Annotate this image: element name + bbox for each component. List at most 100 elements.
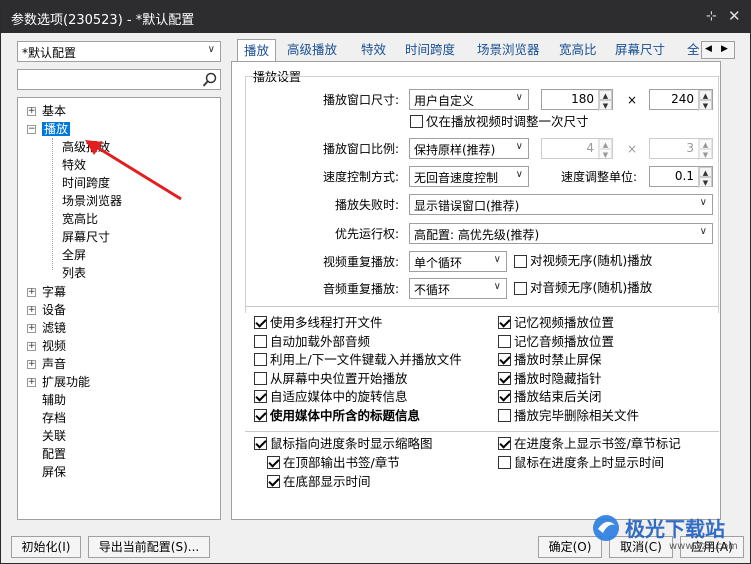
option-checkbox[interactable] (254, 371, 267, 385)
option-checkbox[interactable] (267, 456, 280, 469)
ratio-height-stepper: ▲ ▼ (698, 139, 712, 160)
option-checkbox[interactable] (498, 390, 511, 403)
tree-item[interactable]: + 设备 (27, 302, 67, 319)
option-checkbox[interactable] (254, 316, 267, 329)
speed-mode-label: 速度控制方式: (322, 170, 399, 184)
search-icon[interactable] (202, 72, 218, 88)
tree-item[interactable]: 列表 (62, 265, 86, 282)
tree-item[interactable]: + 声音 (27, 356, 66, 373)
tree-expander-icon[interactable]: + (27, 306, 36, 315)
tree-item-label: 基本 (42, 104, 67, 118)
tree-item[interactable]: + 字幕 (27, 284, 66, 301)
option-checkbox[interactable] (498, 371, 511, 385)
tab-scroll-right-icon[interactable]: ▶ (721, 44, 728, 54)
option-checkbox[interactable] (498, 456, 511, 469)
tab-2[interactable]: 特效 (355, 39, 392, 62)
tree-item-label: 辅助 (42, 393, 67, 407)
tab-6[interactable]: 屏幕尺寸 (609, 39, 671, 62)
audio-repeat-label: 音频重复播放: (322, 282, 399, 296)
tree-item-label: 滤镜 (42, 321, 67, 335)
tree-expander-icon[interactable]: + (27, 360, 36, 369)
tab-0[interactable]: 播放 (237, 39, 277, 62)
tree-item[interactable]: + 基本 (27, 103, 67, 120)
chevron-down-icon: ∨ (493, 254, 501, 265)
tab-1[interactable]: 高级播放 (281, 39, 343, 62)
option-checkbox[interactable] (267, 475, 280, 488)
preferences-window: 参数选项(230523) - *默认配置 ⊹ ✕ *默认配置 ∨ + 基本 − 播放高… (0, 0, 751, 564)
tab-5[interactable]: 宽高比 (553, 39, 603, 62)
export-button[interactable]: 导出当前配置(S)... (88, 536, 210, 558)
tree-item-label: 设备 (42, 303, 67, 317)
tab-3[interactable]: 时间跨度 (399, 39, 461, 62)
tree-item[interactable]: + 扩展功能 (27, 374, 90, 391)
fail-value: 显示错误窗口(推荐) (414, 199, 520, 213)
option-checkbox[interactable] (254, 408, 267, 422)
option-label: 自动加载外部音频 (270, 333, 371, 349)
video-repeat-combo[interactable]: 单个循环 ∨ (409, 251, 507, 272)
watermark-text: 极光下载站 (625, 517, 725, 541)
option-checkbox[interactable] (254, 390, 267, 403)
height-stepper[interactable]: ▲ ▼ (698, 90, 712, 111)
tree-item[interactable]: 存档 (42, 410, 66, 427)
option-checkbox[interactable] (254, 437, 267, 450)
tree-expander-icon[interactable]: + (27, 107, 36, 116)
tree-expander-icon[interactable]: + (27, 378, 36, 387)
ratio-height-field: 3 ▲ ▼ (649, 138, 713, 160)
ratio-combo[interactable]: 保持原样(推荐) ∨ (409, 138, 529, 159)
tree-connector (52, 138, 53, 270)
speed-mode-combo[interactable]: 无回音速度控制 ∨ (409, 166, 529, 187)
option-label: 使用多线程打开文件 (270, 315, 383, 330)
tree-item[interactable]: 屏保 (42, 464, 66, 481)
only-adjust-once-checkbox[interactable] (410, 115, 423, 128)
tree-item[interactable]: 宽高比 (62, 211, 98, 228)
tree-expander-icon[interactable]: − (27, 125, 36, 134)
tree-expander-icon[interactable]: + (27, 342, 36, 351)
option-label: 利用上/下一文件键载入并播放文件 (270, 352, 462, 367)
tree-item[interactable]: 辅助 (42, 392, 66, 409)
tree-expander-icon[interactable]: + (27, 288, 36, 297)
width-field[interactable]: 180 ▲ ▼ (541, 89, 613, 111)
option-checkbox[interactable] (498, 316, 511, 329)
tree-item[interactable]: 屏幕尺寸 (62, 229, 110, 246)
tree-item[interactable]: − 播放 (27, 121, 71, 138)
option-label: 播放完毕删除相关文件 (514, 407, 640, 423)
tree-item[interactable]: 配置 (42, 446, 66, 463)
tree-item-label: 存档 (42, 411, 67, 425)
priority-combo[interactable]: 高配置: 高优先级(推荐) ∨ (409, 223, 713, 244)
option-checkbox[interactable] (498, 334, 511, 348)
tree-expander-icon[interactable]: + (27, 324, 36, 333)
video-shuffle-checkbox[interactable] (514, 255, 527, 268)
option-checkbox[interactable] (498, 437, 511, 450)
height-field[interactable]: 240 ▲ ▼ (649, 89, 713, 111)
speed-unit-stepper[interactable]: ▲ ▼ (698, 167, 712, 188)
chevron-down-icon: ∨ (515, 141, 523, 152)
close-icon[interactable]: ✕ (728, 7, 741, 25)
option-checkbox[interactable] (254, 334, 267, 348)
width-stepper[interactable]: ▲ ▼ (598, 90, 612, 111)
watermark: 极光下载站 www.xz7.com (591, 511, 751, 561)
video-repeat-label: 视频重复播放: (322, 255, 399, 269)
ratio-width-field: 4 ▲ ▼ (541, 138, 613, 160)
audio-repeat-combo[interactable]: 不循环 ∨ (409, 278, 507, 299)
profile-combo[interactable]: *默认配置 ∨ (17, 41, 221, 62)
tab-scroll-left-icon[interactable]: ◀ (705, 44, 712, 54)
option-checkbox[interactable] (498, 408, 511, 422)
tree-item[interactable]: + 滤镜 (27, 320, 67, 337)
option-checkbox[interactable] (254, 353, 267, 366)
tree-item[interactable]: 全屏 (62, 247, 86, 264)
tree-item[interactable]: + 视频 (27, 338, 66, 355)
separator (245, 306, 719, 307)
speed-unit-field[interactable]: 0.1 ▲ ▼ (649, 166, 713, 188)
init-button[interactable]: 初始化(I) (11, 536, 81, 558)
search-input[interactable] (17, 69, 221, 90)
ratio-value: 保持原样(推荐) (414, 143, 496, 157)
audio-shuffle-checkbox[interactable] (514, 282, 527, 295)
tree-item-label: 屏保 (42, 465, 67, 479)
pin-icon[interactable]: ⊹ (706, 9, 717, 24)
fail-combo[interactable]: 显示错误窗口(推荐) ∨ (409, 194, 713, 215)
fail-label: 播放失败时: (334, 198, 399, 212)
tab-4[interactable]: 场景浏览器 (471, 39, 546, 62)
window-size-combo[interactable]: 用户自定义 ∨ (409, 89, 529, 110)
tree-item[interactable]: 关联 (42, 428, 66, 445)
option-checkbox[interactable] (498, 353, 511, 366)
